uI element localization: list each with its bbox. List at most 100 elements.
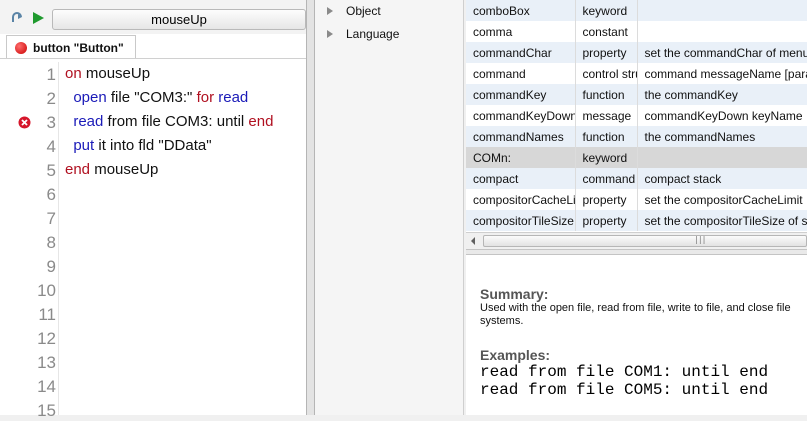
- divider: [0, 58, 306, 59]
- tree-item-object[interactable]: Object: [327, 4, 381, 18]
- code-keyword: read: [218, 89, 249, 106]
- line-number: 8: [46, 233, 56, 252]
- run-icon[interactable]: [30, 10, 46, 26]
- code-line[interactable]: end mouseUp: [65, 161, 158, 178]
- line-number: 4: [46, 137, 56, 156]
- line-number: 9: [46, 257, 56, 276]
- code-keyword: end: [65, 161, 91, 178]
- dictionary-table: comboBox keyword comma constant commandChar p…: [466, 0, 807, 231]
- cell-type: control stru: [575, 63, 638, 84]
- line-number: 6: [46, 185, 56, 204]
- table-row[interactable]: compact command compact stack: [466, 168, 807, 189]
- line-number: 15: [37, 401, 56, 420]
- line-number-gutter: 1 2 3 4 5 6 7 8 9 10 11 12 13 14 15: [8, 62, 58, 420]
- cell-type: property: [575, 189, 638, 210]
- examples-heading: Examples:: [480, 347, 551, 363]
- cell-type: keyword: [575, 0, 638, 21]
- error-dot-icon: [15, 41, 27, 54]
- cell-name: compositorTileSize: [466, 210, 576, 231]
- cell-name: comboBox: [466, 0, 576, 21]
- cell-syntax: [637, 0, 807, 21]
- cell-type: function: [575, 84, 638, 105]
- table-row[interactable]: compositorCacheLimitpropertyset the comp…: [466, 189, 807, 210]
- cell-type: function: [575, 126, 638, 147]
- table-row[interactable]: commandNames function the commandNames: [466, 126, 807, 147]
- code-area[interactable]: on mouseUp open file "COM3:" for read re…: [65, 62, 306, 415]
- cell-syntax: [637, 147, 807, 168]
- tab-label: button "Button": [33, 40, 124, 55]
- cell-name: comma: [466, 21, 576, 42]
- scroll-left-icon[interactable]: [471, 237, 475, 245]
- table-row[interactable]: comma constant: [466, 21, 807, 42]
- code-keyword: on: [65, 65, 82, 82]
- table-row[interactable]: compositorTileSize property set the compos…: [466, 210, 807, 231]
- table-row[interactable]: command control stru command messageName […: [466, 63, 807, 84]
- code-keyword: end: [248, 113, 274, 130]
- example-line: read from file COM5: until end: [480, 381, 769, 399]
- summary-heading: Summary:: [480, 286, 549, 302]
- table-row[interactable]: commandChar property set the commandChar o…: [466, 42, 807, 63]
- cell-syntax: set the commandChar of menu: [637, 42, 807, 63]
- summary-text: Used with the open file, read from file,…: [480, 302, 791, 327]
- cell-syntax: set the compositorTileSize of st: [637, 210, 807, 231]
- table-row[interactable]: commandKey function the commandKey: [466, 84, 807, 105]
- cell-syntax: command messageName [para: [637, 63, 807, 84]
- tree-item-label: Language: [346, 27, 400, 41]
- line-number: 12: [37, 329, 56, 348]
- cell-name: commandNames: [466, 126, 576, 147]
- cell-name: commandChar: [466, 42, 576, 63]
- code-keyword: open: [73, 89, 107, 106]
- grip-icon: |||: [694, 235, 706, 244]
- cell-syntax: commandKeyDown keyName: [637, 105, 807, 126]
- line-number: 7: [46, 209, 56, 228]
- cell-name: compact: [466, 168, 576, 189]
- cell-name: compositorCacheLimit: [466, 189, 576, 210]
- cell-name: COMn:: [466, 147, 576, 168]
- code-keyword: for: [196, 89, 215, 106]
- line-number: 5: [46, 161, 56, 180]
- code-line[interactable]: on mouseUp: [65, 65, 150, 82]
- tree-item-language[interactable]: Language: [327, 27, 399, 41]
- script-editor: mouseUp button "Button" 1 2 3 4 5 6 7 8 9 10 11 12 1…: [0, 0, 306, 420]
- editor-toolbar: mouseUp: [0, 0, 306, 34]
- cell-name: commandKeyDown: [466, 105, 576, 126]
- table-row[interactable]: COMn: keyword: [466, 147, 807, 168]
- expand-arrow-icon[interactable]: [327, 30, 333, 38]
- cell-type: property: [575, 210, 638, 231]
- code-text: file "COM3:": [106, 89, 197, 106]
- code-text: mouseUp: [81, 65, 151, 82]
- error-icon[interactable]: [18, 116, 31, 129]
- docs-panel: Summary: Used with the open file, read f…: [466, 255, 807, 415]
- refresh-icon[interactable]: [9, 10, 25, 26]
- code-line[interactable]: put it into fld "DData": [65, 137, 212, 154]
- code-text: mouseUp: [90, 161, 159, 178]
- line-number: 13: [37, 353, 56, 372]
- code-text: it into fld "DData": [94, 137, 212, 154]
- example-line: read from file COM1: until end: [480, 363, 769, 381]
- cell-name: commandKey: [466, 84, 576, 105]
- code-line[interactable]: read from file COM3: until end: [65, 113, 273, 130]
- cell-syntax: [637, 21, 807, 42]
- line-number: 2: [46, 89, 56, 108]
- cell-type: constant: [575, 21, 638, 42]
- code-keyword: read: [73, 113, 104, 130]
- cell-syntax: the commandNames: [637, 126, 807, 147]
- horizontal-scrollbar[interactable]: |||: [466, 232, 807, 249]
- cell-type: command: [575, 168, 638, 189]
- code-text: from file COM3: until: [103, 113, 249, 130]
- cell-type: message: [575, 105, 638, 126]
- cell-syntax: the commandKey: [637, 84, 807, 105]
- table-row[interactable]: commandKeyDown message commandKeyDown keyN…: [466, 105, 807, 126]
- dictionary-tree: Object Language: [315, 0, 464, 415]
- scrollbar-thumb[interactable]: [483, 235, 807, 247]
- handler-select[interactable]: mouseUp: [52, 9, 306, 30]
- cell-syntax: set the compositorCacheLimit: [637, 189, 807, 210]
- divider: [58, 62, 59, 415]
- pane-splitter[interactable]: [306, 0, 315, 415]
- cell-type: property: [575, 42, 638, 63]
- tab-button-script[interactable]: button "Button": [6, 35, 136, 59]
- expand-arrow-icon[interactable]: [327, 7, 333, 15]
- cell-name: command: [466, 63, 576, 84]
- code-line[interactable]: open file "COM3:" for read: [65, 89, 248, 106]
- table-row[interactable]: comboBox keyword: [466, 0, 807, 21]
